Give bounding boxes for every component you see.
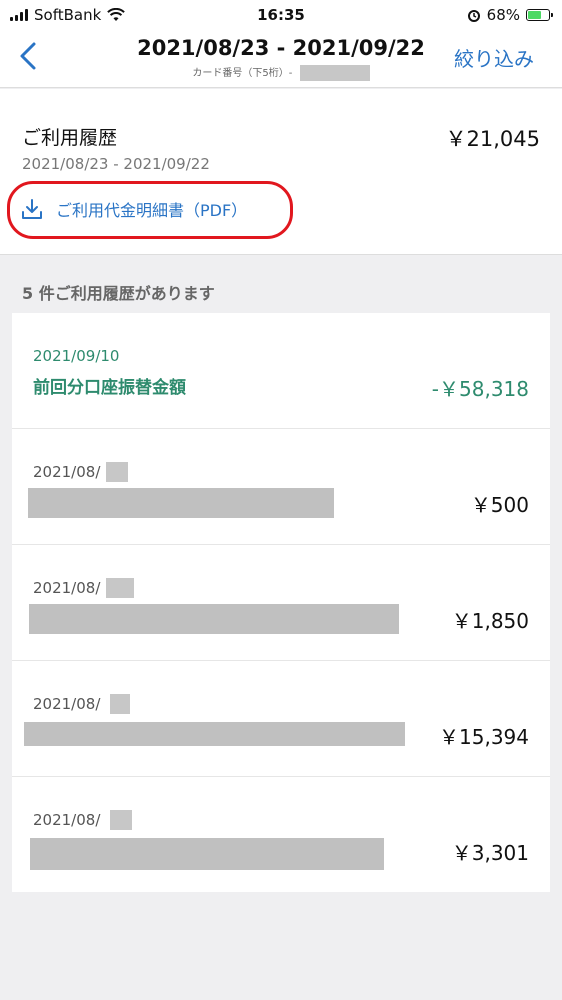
battery-icon [526, 9, 553, 21]
transaction-amount: ￥1,850 [451, 609, 529, 633]
transaction-date: 2021/08/ [33, 579, 101, 597]
summary-label: ご利用履歴 [22, 127, 118, 149]
redacted-day [106, 462, 128, 482]
transaction-date: 2021/09/10 [33, 347, 120, 365]
transaction-row[interactable]: 2021/08/ ￥15,394 [12, 661, 550, 777]
transaction-row[interactable]: 2021/08/ ￥1,850 [12, 545, 550, 661]
redacted-merchant [24, 722, 405, 746]
redacted-merchant [28, 488, 334, 518]
transaction-name: 前回分口座振替金額 [33, 378, 186, 398]
redacted-merchant [30, 838, 384, 870]
summary-date-range: 2021/08/23 - 2021/09/22 [22, 155, 210, 173]
pdf-link-label: ご利用代金明細書（PDF） [56, 201, 248, 220]
alarm-icon [467, 10, 480, 22]
transaction-row[interactable]: 2021/09/10 前回分口座振替金額 -￥58,318 [12, 313, 550, 429]
transaction-row[interactable]: 2021/08/ ￥500 [12, 429, 550, 545]
usage-summary: ご利用履歴 ￥21,045 2021/08/23 - 2021/09/22 ご利… [0, 89, 562, 255]
redacted-day [110, 810, 132, 830]
download-icon [22, 199, 42, 219]
pdf-statement-link[interactable]: ご利用代金明細書（PDF） [20, 197, 247, 221]
card-number-label: カード番号（下5桁）- [192, 68, 293, 79]
history-count: 5 件ご利用履歴があります [22, 284, 215, 303]
transaction-date: 2021/08/ [33, 695, 101, 713]
battery-percent: 68% [486, 6, 520, 24]
redacted-day [106, 578, 134, 598]
redacted-merchant [29, 604, 399, 634]
summary-total: ￥21,045 [445, 127, 540, 151]
filter-button[interactable]: 絞り込み [454, 43, 534, 72]
transaction-list: 2021/09/10 前回分口座振替金額 -￥58,318 2021/08/ ￥… [12, 313, 550, 892]
transaction-amount: ￥500 [470, 493, 529, 517]
transaction-row[interactable]: 2021/08/ ￥3,301 [12, 777, 550, 892]
transaction-date: 2021/08/ [33, 811, 101, 829]
transaction-amount: ￥15,394 [439, 725, 529, 749]
redacted-day [110, 694, 130, 714]
status-bar: SoftBank 16:35 68% [0, 0, 562, 30]
transaction-amount: -￥58,318 [431, 377, 529, 401]
redacted-card-number [299, 65, 370, 81]
transaction-date: 2021/08/ [33, 463, 101, 481]
status-right: 68% [467, 6, 553, 24]
battery-fill [528, 11, 541, 19]
transaction-amount: ￥3,301 [451, 841, 529, 865]
nav-bar: 2021/08/23 - 2021/09/22 カード番号（下5桁）- 絞り込み [0, 30, 562, 88]
